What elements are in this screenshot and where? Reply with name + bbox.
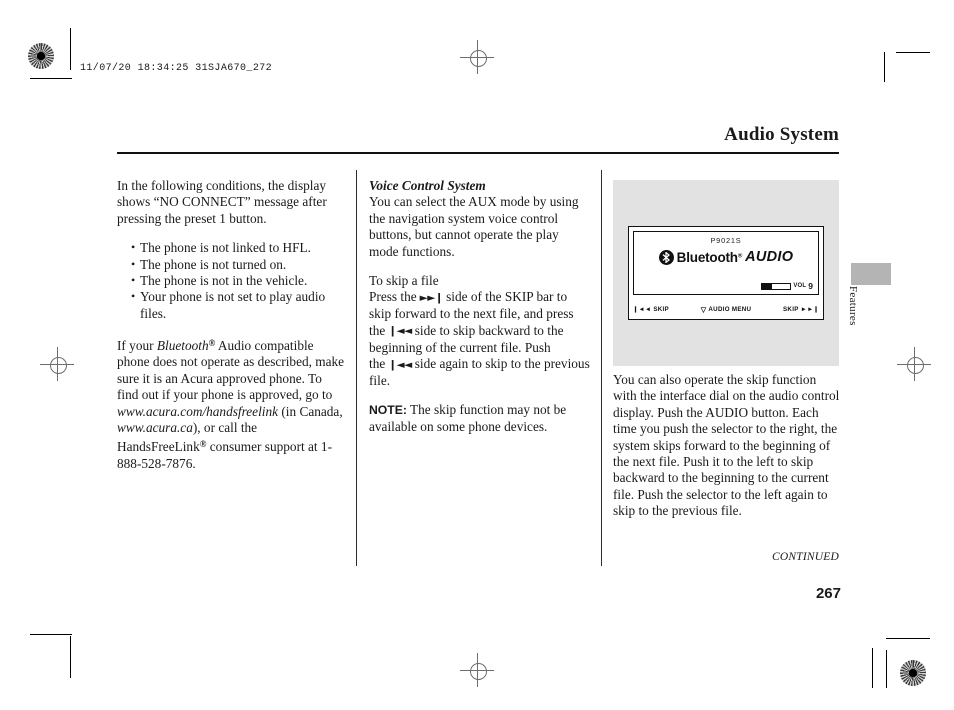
crop-mark-bottom-left-vertical [70,636,71,678]
title-divider-rule [117,152,839,154]
skip-instructions-paragraph: Press the ►►❙ side of the SKIP bar to skip… [369,289,591,389]
registration-crosshair-bottom [460,653,494,687]
head-unit-screen-frame: P9021S Bluetooth® AUDIO VOL 9 ❙◄◄ SKIP ▽… [628,226,824,320]
skip-backward-icon-2: ❙◄◄ [388,358,412,371]
registration-crosshair-top [460,40,494,74]
note-paragraph: NOTE: The skip function may not be avail… [369,402,591,435]
soft-key-audio-menu-label: AUDIO MENU [708,306,752,313]
device-model-code: P9021S [710,236,742,245]
list-item: The phone is not linked to HFL. [131,239,345,256]
skip-backward-icon: ❙◄◄ [388,325,412,338]
bluetooth-registered-mark: ® [737,253,743,259]
crop-mark-bottom-right-horizontal [886,638,930,639]
acura-ca-url: www.acura.ca [117,420,193,436]
skip-text-1: Press the [369,289,417,305]
bluetooth-logo-icon [658,249,674,265]
list-item: The phone is not in the vehicle. [131,272,345,289]
registration-star-bottom-right [900,660,926,686]
display-screen: P9021S Bluetooth® AUDIO VOL 9 [633,231,819,295]
soft-key-bar: ❙◄◄ SKIP ▽ AUDIO MENU SKIP ►►❙ [633,303,819,316]
bluetooth-wordmark: Bluetooth® [676,249,743,265]
volume-level-value: 9 [808,281,813,291]
bluetooth-support-paragraph: If your Bluetooth® Audio compatible phon… [117,335,345,472]
soft-key-skip-back-label: SKIP [653,306,669,313]
section-tab-label: Features [847,286,859,326]
volume-bar [761,282,792,290]
audio-display-illustration: P9021S Bluetooth® AUDIO VOL 9 ❙◄◄ SKIP ▽… [613,180,839,366]
soft-key-skip-forward[interactable]: SKIP ►►❙ [783,306,819,313]
skip-backward-icon: ❙◄◄ [633,306,652,313]
note-label: NOTE: [369,403,407,418]
column-divider-left [356,170,358,566]
soft-key-skip-forward-label: SKIP [783,306,799,313]
registration-crosshair-left [40,347,74,381]
column-divider-right [601,170,603,566]
list-item: Your phone is not set to play audio file… [131,288,345,322]
registration-star-top-left [28,43,54,69]
no-connect-intro-paragraph: In the following conditions, the display… [117,178,327,226]
crop-mark-bottom-right-inner [886,650,887,688]
soft-key-skip-back[interactable]: ❙◄◄ SKIP [633,306,669,313]
column-left: In the following conditions, the display… [117,178,345,472]
section-tab-block [851,263,891,285]
crop-mark-top-right-horizontal [896,52,930,53]
acura-us-url: www.acura.com/handsfreelink [117,403,279,419]
column-right: You can also operate the skip function w… [613,372,841,520]
interface-dial-paragraph: You can also operate the skip function w… [613,372,840,519]
crop-mark-bottom-right-vertical [872,648,873,688]
audio-wordmark: AUDIO [745,249,794,265]
voice-control-body: You can select the AUX mode by using the… [369,194,579,259]
registration-crosshair-right [897,347,931,381]
bluetooth-wordmark-text: Bluetooth [676,249,738,265]
volume-label: VOL [793,283,807,289]
volume-indicator: VOL 9 [761,281,813,291]
list-item: The phone is not turned on. [131,256,345,273]
column-middle: Voice Control System You can select the … [369,178,591,435]
print-slug: 11/07/20 18:34:25 31SJA670_272 [80,63,273,74]
crop-mark-top-left-vertical [70,28,71,70]
to-skip-a-file-subheading: To skip a file [369,273,439,289]
skip-forward-icon: ►►❙ [419,291,444,304]
bluetooth-trademark: Bluetooth [156,338,209,354]
crop-mark-top-left-horizontal [30,78,72,79]
page-title: Audio System [724,124,839,145]
bt-text-part3: (in Canada, [278,403,343,419]
soft-key-audio-menu[interactable]: ▽ AUDIO MENU [701,306,752,314]
no-connect-conditions-list: The phone is not linked to HFL. The phon… [117,239,345,322]
skip-forward-icon: ►►❙ [800,306,819,313]
voice-control-system-heading: Voice Control System [369,178,486,193]
bluetooth-audio-banner: Bluetooth® AUDIO [634,249,818,265]
continued-label: CONTINUED [772,551,839,563]
page-number: 267 [815,585,841,602]
crop-mark-top-right-vertical [884,52,885,82]
triangle-down-icon: ▽ [700,306,707,314]
crop-mark-bottom-left-horizontal [30,634,72,635]
bt-text-part1: If your [117,338,157,354]
